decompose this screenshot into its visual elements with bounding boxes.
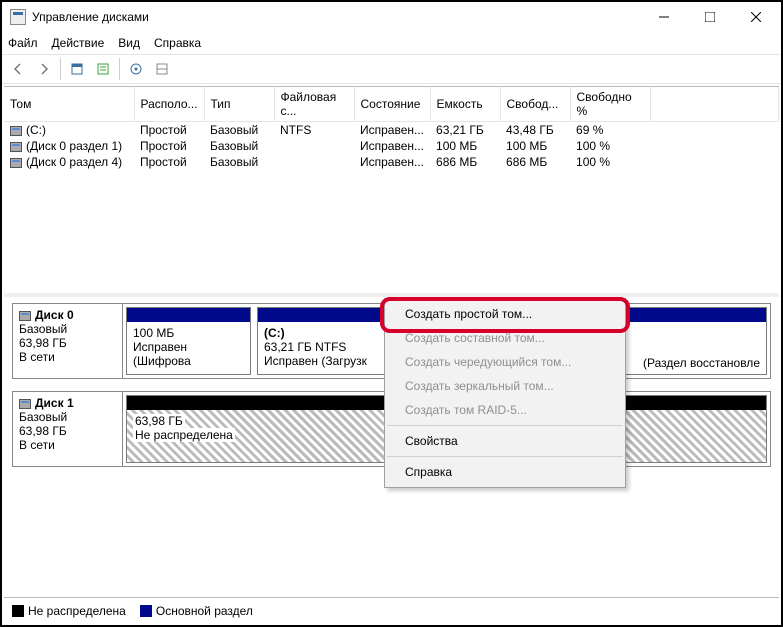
ctx-help[interactable]: Справка: [385, 460, 625, 484]
legend-primary: Основной раздел: [140, 604, 253, 618]
volume-table[interactable]: Том Располо... Тип Файловая с... Состоян…: [4, 87, 779, 170]
table-row[interactable]: (Диск 0 раздел 4)ПростойБазовыйИсправен.…: [4, 154, 779, 170]
menu-help[interactable]: Справка: [154, 36, 201, 50]
menubar: Файл Действие Вид Справка: [2, 32, 781, 54]
close-button[interactable]: [733, 2, 779, 32]
col-status[interactable]: Состояние: [354, 87, 430, 122]
table-row[interactable]: (Диск 0 раздел 1)ПростойБазовыйИсправен.…: [4, 138, 779, 154]
menu-action[interactable]: Действие: [52, 36, 105, 50]
ctx-create-raid5-volume: Создать том RAID-5...: [385, 398, 625, 422]
col-freepct[interactable]: Свободно %: [570, 87, 650, 122]
context-menu: Создать простой том... Создать составной…: [384, 298, 626, 488]
col-capacity[interactable]: Емкость: [430, 87, 500, 122]
volume-icon: [10, 142, 22, 152]
menu-file[interactable]: Файл: [8, 36, 38, 50]
nav-back-button[interactable]: [6, 57, 30, 81]
maximize-button[interactable]: [687, 2, 733, 32]
minimize-button[interactable]: [641, 2, 687, 32]
ctx-properties[interactable]: Свойства: [385, 429, 625, 453]
toolbar-btn-2[interactable]: [91, 57, 115, 81]
col-free[interactable]: Свобод...: [500, 87, 570, 122]
disk-icon: [19, 311, 31, 321]
col-layout[interactable]: Располо...: [134, 87, 204, 122]
disk-0-header[interactable]: Диск 0 Базовый 63,98 ГБ В сети: [13, 304, 123, 378]
ctx-create-mirrored-volume: Создать зеркальный том...: [385, 374, 625, 398]
toolbar-btn-4[interactable]: [150, 57, 174, 81]
table-row[interactable]: (C:)ПростойБазовыйNTFSИсправен...63,21 Г…: [4, 122, 779, 139]
toolbar: [2, 54, 781, 84]
volume-list-pane: Том Располо... Тип Файловая с... Состоян…: [4, 87, 779, 297]
col-volume[interactable]: Том: [4, 87, 134, 122]
ctx-create-simple-volume[interactable]: Создать простой том...: [385, 302, 625, 326]
volume-icon: [10, 126, 22, 136]
menu-view[interactable]: Вид: [118, 36, 140, 50]
disk-1-header[interactable]: Диск 1 Базовый 63,98 ГБ В сети: [13, 392, 123, 466]
app-icon: [10, 9, 26, 25]
disk0-partition-1[interactable]: 100 МБ Исправен (Шифрова: [126, 307, 251, 375]
disk-icon: [19, 399, 31, 409]
nav-forward-button[interactable]: [32, 57, 56, 81]
toolbar-btn-1[interactable]: [65, 57, 89, 81]
toolbar-btn-3[interactable]: [124, 57, 148, 81]
volume-icon: [10, 158, 22, 168]
col-fs[interactable]: Файловая с...: [274, 87, 354, 122]
col-type[interactable]: Тип: [204, 87, 274, 122]
disk0-partition-c[interactable]: (C:) 63,21 ГБ NTFS Исправен (Загрузк: [257, 307, 387, 375]
legend-unallocated: Не распределена: [12, 604, 126, 618]
ctx-create-striped-volume: Создать чередующийся том...: [385, 350, 625, 374]
window-title: Управление дисками: [32, 10, 641, 24]
ctx-create-spanned-volume: Создать составной том...: [385, 326, 625, 350]
titlebar: Управление дисками: [2, 2, 781, 32]
legend: Не распределена Основной раздел: [4, 597, 779, 623]
